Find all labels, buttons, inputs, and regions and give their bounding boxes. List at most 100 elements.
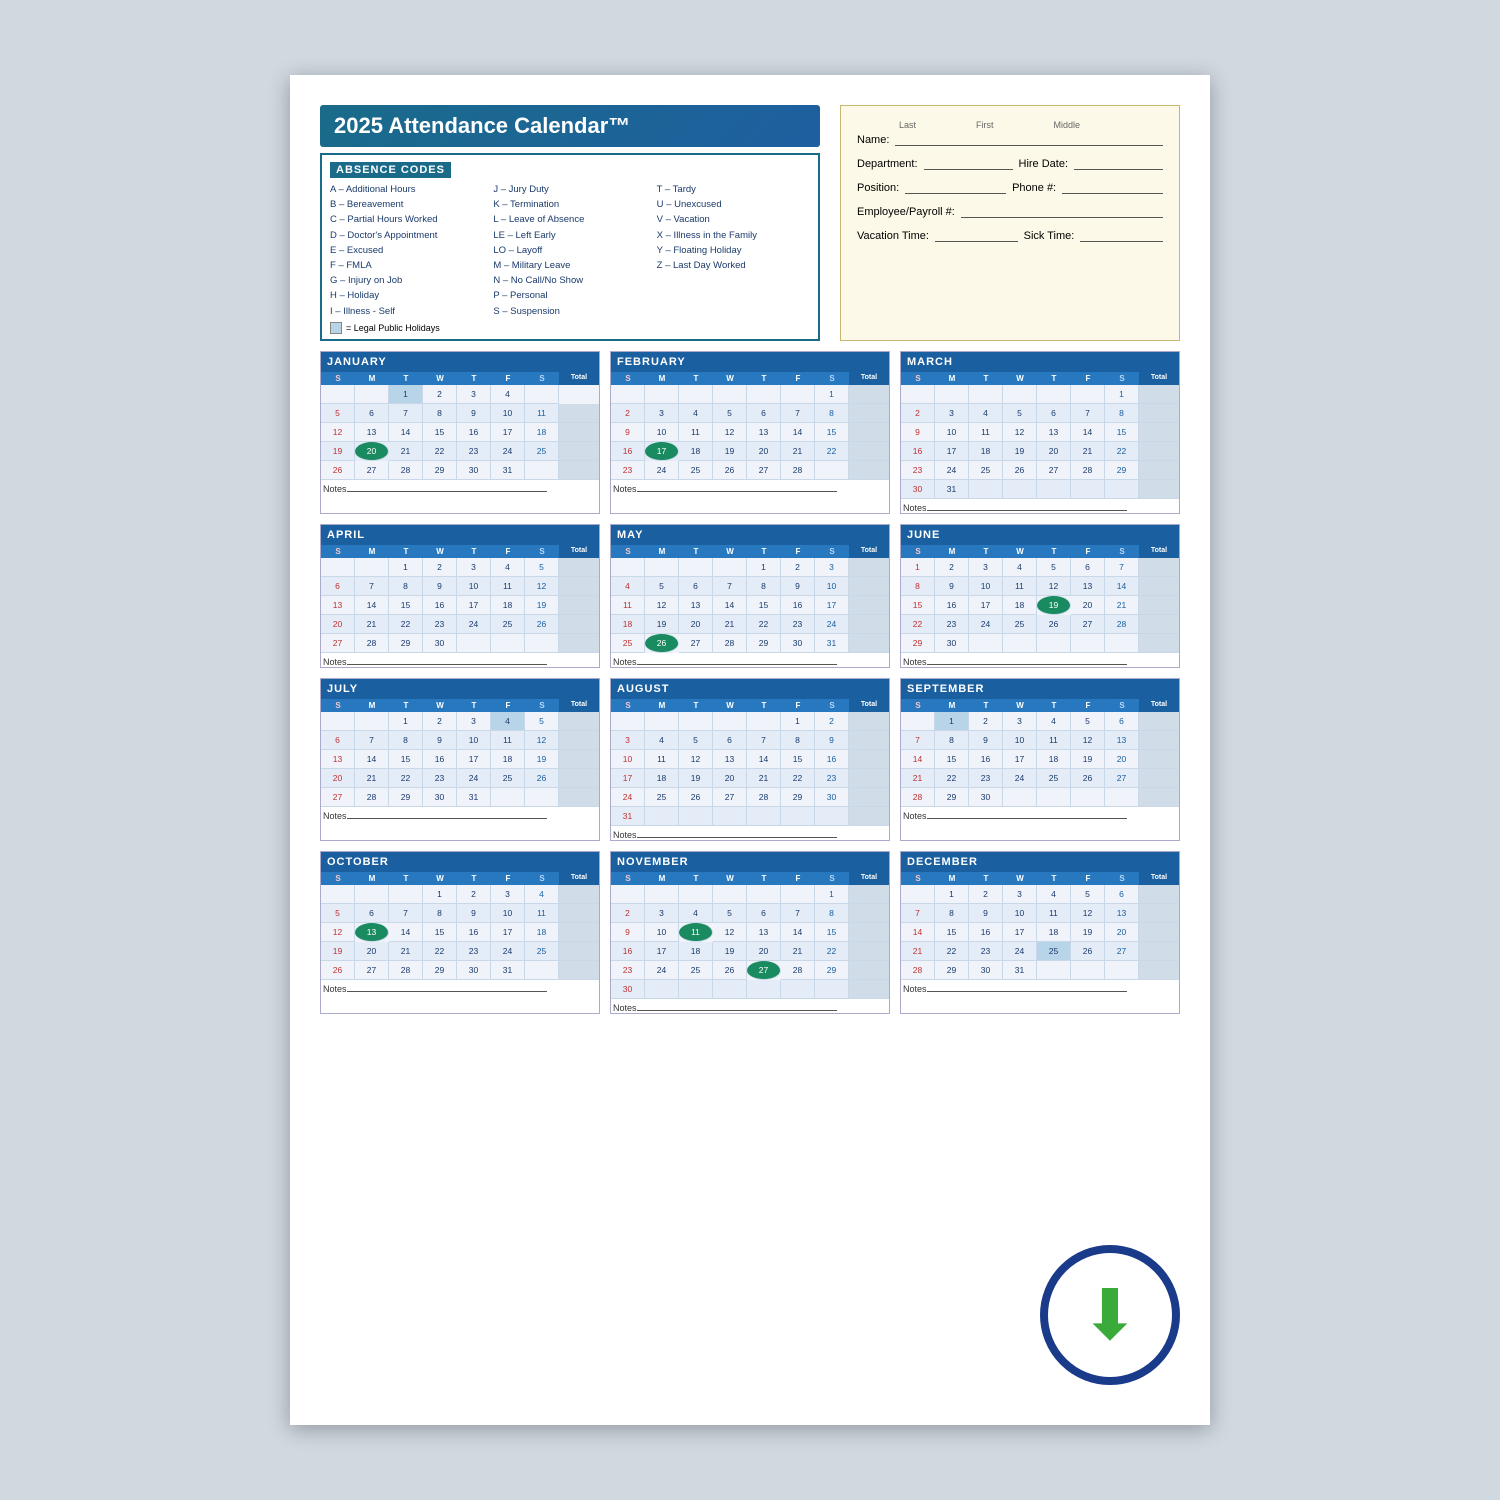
cal-cell: 29 <box>935 788 969 807</box>
sick-underline[interactable] <box>1080 228 1163 242</box>
cal-cell: 13 <box>321 596 355 615</box>
name-line: Name: <box>857 132 1163 146</box>
cal-cell: 16 <box>935 596 969 615</box>
day-header: T <box>747 372 781 385</box>
hire-underline[interactable] <box>1074 156 1163 170</box>
cal-cell: 20 <box>355 442 389 461</box>
notes-underline[interactable] <box>927 664 1127 665</box>
cal-cell: 23 <box>969 942 1003 961</box>
cal-cell: 1 <box>935 712 969 731</box>
cal-cell: 6 <box>355 404 389 423</box>
dept-line: Department: Hire Date: <box>857 156 1163 170</box>
emp-underline[interactable] <box>961 204 1163 218</box>
cal-cell <box>559 634 599 653</box>
day-header: M <box>645 372 679 385</box>
cal-cell: 9 <box>935 577 969 596</box>
cal-cell: 8 <box>1105 404 1139 423</box>
cal-cell: 14 <box>901 923 935 942</box>
cal-cell: 8 <box>781 731 815 750</box>
day-header: T <box>747 545 781 558</box>
cal-body: 1234567891011121314151617181920212223242… <box>901 385 1179 499</box>
day-header: F <box>491 372 525 385</box>
cal-cell: 16 <box>611 942 645 961</box>
notes-label: Notes <box>613 830 637 840</box>
notes-underline[interactable] <box>637 664 837 665</box>
vacation-underline[interactable] <box>935 228 1018 242</box>
cal-cell: 8 <box>901 577 935 596</box>
notes-underline[interactable] <box>927 510 1127 511</box>
day-header: M <box>645 699 679 712</box>
cal-cell: 12 <box>525 731 559 750</box>
cal-cell: 24 <box>645 461 679 480</box>
name-underline[interactable] <box>895 132 1163 146</box>
cal-cell <box>559 750 599 769</box>
notes-label: Notes <box>613 1003 637 1013</box>
cal-cell <box>491 634 525 653</box>
notes-underline[interactable] <box>637 837 837 838</box>
month-block-april: APRILSMTWTFSTotal12345678910111213141516… <box>320 524 600 668</box>
cal-row: 1 <box>901 385 1179 404</box>
cal-cell: 11 <box>491 731 525 750</box>
cal-cell: 21 <box>389 942 423 961</box>
cal-cell: 28 <box>901 961 935 980</box>
cal-cell: 24 <box>491 942 525 961</box>
legend-box: = Legal Public Holidays <box>330 322 810 334</box>
notes-underline[interactable] <box>637 1010 837 1011</box>
cal-cell <box>321 558 355 577</box>
left-header: 2025 Attendance Calendar™ ABSENCE CODES … <box>320 105 820 341</box>
cal-row: 262728293031 <box>321 961 599 980</box>
cal-row: 1234567 <box>901 558 1179 577</box>
dept-underline[interactable] <box>924 156 1013 170</box>
code-item: J – Jury Duty <box>493 182 646 197</box>
cal-cell: 26 <box>645 634 679 653</box>
cal-cell: 17 <box>935 442 969 461</box>
notes-underline[interactable] <box>927 991 1127 992</box>
cal-cell: 21 <box>901 769 935 788</box>
cal-cell: 31 <box>457 788 491 807</box>
position-underline[interactable] <box>905 180 1006 194</box>
code-item: F – FMLA <box>330 258 483 273</box>
notes-label: Notes <box>903 984 927 994</box>
cal-row: 1234 <box>321 885 599 904</box>
cal-row: 123456 <box>901 885 1179 904</box>
cal-cell <box>679 385 713 404</box>
day-headers: SMTWTFSTotal <box>321 545 599 558</box>
cal-cell: 13 <box>713 750 747 769</box>
code-item: Z – Last Day Worked <box>657 258 810 273</box>
cal-cell: 28 <box>389 461 423 480</box>
cal-cell: 28 <box>747 788 781 807</box>
cal-row: 13141516171819 <box>321 750 599 769</box>
cal-cell: 20 <box>321 769 355 788</box>
cal-cell: 28 <box>781 961 815 980</box>
notes-underline[interactable] <box>347 664 547 665</box>
cal-cell: 27 <box>1071 615 1105 634</box>
cal-cell: 25 <box>1003 615 1037 634</box>
cal-cell <box>849 404 889 423</box>
cal-cell: 5 <box>1037 558 1071 577</box>
cal-cell: 18 <box>525 923 559 942</box>
month-header: JULY <box>321 679 599 699</box>
cal-cell: 7 <box>713 577 747 596</box>
cal-cell: 10 <box>935 423 969 442</box>
cal-cell: 7 <box>781 904 815 923</box>
cal-row: 2345678 <box>901 404 1179 423</box>
download-overlay[interactable]: ⬇ <box>1040 1245 1180 1385</box>
cal-cell: 14 <box>355 750 389 769</box>
notes-underline[interactable] <box>637 491 837 492</box>
notes-underline[interactable] <box>347 991 547 992</box>
cal-cell: 29 <box>815 961 849 980</box>
notes-underline[interactable] <box>347 491 547 492</box>
cal-cell: 13 <box>1037 423 1071 442</box>
cal-cell: 30 <box>611 980 645 999</box>
cal-cell: 31 <box>611 807 645 826</box>
cal-cell: 1 <box>389 712 423 731</box>
cal-cell <box>1139 385 1179 404</box>
notes-underline[interactable] <box>927 818 1127 819</box>
phone-underline[interactable] <box>1062 180 1163 194</box>
notes-underline[interactable] <box>347 818 547 819</box>
cal-cell: 10 <box>645 923 679 942</box>
cal-row: 12345 <box>321 558 599 577</box>
cal-cell: 17 <box>1003 750 1037 769</box>
day-header: F <box>1071 372 1105 385</box>
absence-codes-box: ABSENCE CODES A – Additional HoursB – Be… <box>320 153 820 341</box>
